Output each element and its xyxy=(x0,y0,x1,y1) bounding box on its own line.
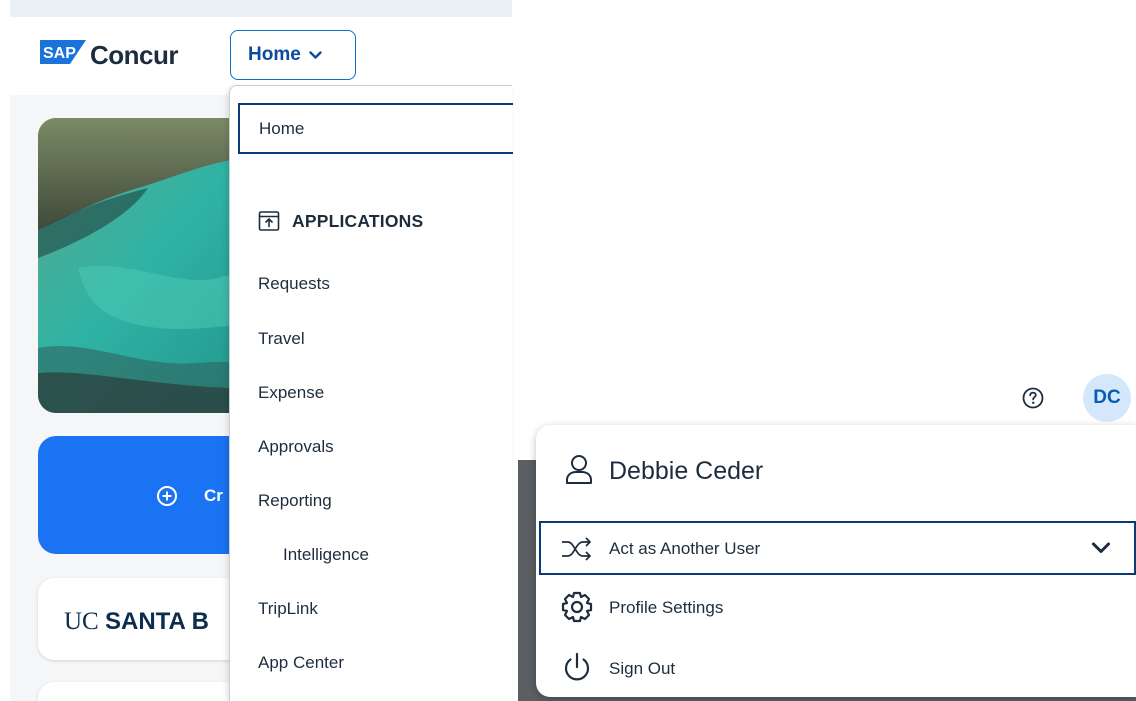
avatar[interactable]: DC xyxy=(1083,374,1131,422)
sap-logo-text: SAP xyxy=(43,45,76,62)
menu-item-triplink[interactable]: TripLink xyxy=(258,599,318,619)
sign-out-label: Sign Out xyxy=(609,659,676,678)
menu-item-home[interactable]: Home xyxy=(238,103,513,154)
applications-section-header: APPLICATIONS xyxy=(258,210,423,232)
sap-logo[interactable]: SAP xyxy=(40,40,86,64)
menu-item-expense[interactable]: Expense xyxy=(258,383,324,403)
menu-item-intelligence[interactable]: Intelligence xyxy=(283,545,369,565)
act-as-another-user-button[interactable]: Act as Another User xyxy=(539,521,1136,575)
home-menu-button-label: Home xyxy=(248,44,301,65)
question-circle-icon[interactable] xyxy=(1021,386,1045,410)
menu-item-requests[interactable]: Requests xyxy=(258,274,330,294)
gear-icon xyxy=(561,591,593,623)
home-dropdown-menu: Home APPLICATIONS Requests Travel Expens… xyxy=(229,85,513,701)
sign-out-button[interactable]: Sign Out xyxy=(560,651,760,685)
power-icon xyxy=(564,652,590,681)
applications-title: APPLICATIONS xyxy=(292,210,424,231)
applications-icon xyxy=(258,211,280,231)
user-icon xyxy=(566,455,592,484)
profile-settings-button[interactable]: Profile Settings xyxy=(560,590,800,624)
brand-name[interactable]: Concur xyxy=(90,40,179,71)
create-button-label: Cr xyxy=(204,486,223,505)
shuffle-icon xyxy=(562,537,591,561)
user-name: Debbie Ceder xyxy=(609,457,764,485)
profile-settings-label: Profile Settings xyxy=(609,598,724,617)
profile-menu: Debbie Ceder Act as Another User Profile… xyxy=(536,425,1136,697)
chevron-down-icon xyxy=(1092,542,1110,553)
top-strip xyxy=(10,0,512,17)
menu-item-travel[interactable]: Travel xyxy=(258,329,305,349)
menu-item-approvals[interactable]: Approvals xyxy=(258,437,334,457)
organization-name-bold: SANTA B xyxy=(104,608,209,635)
home-menu-button[interactable]: Home xyxy=(230,30,356,80)
menu-item-reporting[interactable]: Reporting xyxy=(258,491,332,511)
organization-name-regular: UC xyxy=(64,608,105,635)
organization-name: UC SANTA B xyxy=(64,608,209,636)
act-as-another-user-label: Act as Another User xyxy=(609,539,761,558)
plus-circle-icon xyxy=(157,486,177,506)
menu-item-app-center[interactable]: App Center xyxy=(258,653,344,673)
chevron-down-icon xyxy=(309,50,322,59)
